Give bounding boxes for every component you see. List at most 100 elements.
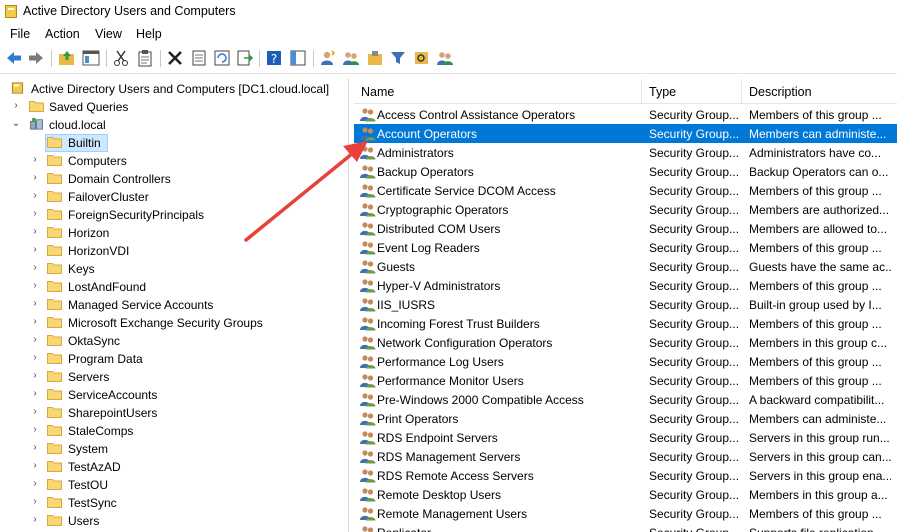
- cell-name: Access Control Assistance Operators: [377, 108, 576, 122]
- tree-item-saved-queries[interactable]: › Saved Queries: [0, 98, 348, 116]
- tree-item-lostandfound[interactable]: › LostAndFound: [0, 278, 348, 296]
- cell-description: Servers in this group ena...: [749, 469, 891, 483]
- menu-help[interactable]: Help: [136, 27, 162, 41]
- table-row[interactable]: Remote Desktop Users Security Group... Mem…: [354, 485, 897, 504]
- chevron-right-icon[interactable]: ›: [30, 478, 40, 490]
- export-list-icon[interactable]: [236, 49, 254, 67]
- tree-item-servers[interactable]: › Servers: [0, 368, 348, 386]
- tree-item-oktasync[interactable]: › OktaSync: [0, 332, 348, 350]
- folder-icon: [47, 209, 62, 220]
- table-row[interactable]: Guests Security Group... Guests have the s…: [354, 257, 897, 276]
- chevron-right-icon[interactable]: ›: [30, 424, 40, 436]
- tree-item-users[interactable]: › Users: [0, 512, 348, 530]
- chevron-right-icon[interactable]: ›: [30, 154, 40, 166]
- chevron-right-icon[interactable]: ›: [30, 514, 40, 526]
- up-folder-icon[interactable]: [58, 49, 76, 67]
- cell-name: IIS_IUSRS: [377, 298, 436, 312]
- chevron-right-icon[interactable]: ›: [30, 244, 40, 256]
- menu-action[interactable]: Action: [45, 27, 80, 41]
- table-row[interactable]: Performance Monitor Users Security Group.…: [354, 371, 897, 390]
- chevron-right-icon[interactable]: ›: [30, 334, 40, 346]
- column-header-name[interactable]: Name: [354, 79, 642, 103]
- tree-item-keys[interactable]: › Keys: [0, 260, 348, 278]
- tree-item-testazad[interactable]: › TestAzAD: [0, 458, 348, 476]
- cell-type: Security Group...: [649, 355, 740, 369]
- table-row[interactable]: IIS_IUSRS Security Group... Built-in group…: [354, 295, 897, 314]
- table-row[interactable]: RDS Remote Access Servers Security Group.…: [354, 466, 897, 485]
- chevron-right-icon[interactable]: ›: [30, 442, 40, 454]
- chevron-right-icon[interactable]: ›: [30, 460, 40, 472]
- table-row[interactable]: Certificate Service DCOM Access Security …: [354, 181, 897, 200]
- chevron-right-icon[interactable]: ›: [30, 352, 40, 364]
- table-row[interactable]: Event Log Readers Security Group... Member…: [354, 238, 897, 257]
- tree-item-microsoft-exchange-security-groups[interactable]: › Microsoft Exchange Security Groups: [0, 314, 348, 332]
- chevron-right-icon[interactable]: ›: [30, 388, 40, 400]
- table-row[interactable]: RDS Endpoint Servers Security Group... Ser…: [354, 428, 897, 447]
- table-row[interactable]: Incoming Forest Trust Builders Security G…: [354, 314, 897, 333]
- chevron-right-icon[interactable]: ›: [30, 190, 40, 202]
- tree-item-sharepointusers[interactable]: › SharepointUsers: [0, 404, 348, 422]
- clipboard-icon[interactable]: [136, 49, 154, 67]
- cell-description: Members in this group a...: [749, 488, 888, 502]
- column-header-type[interactable]: Type: [642, 79, 742, 103]
- table-row[interactable]: Access Control Assistance Operators Secur…: [354, 105, 897, 124]
- tree-item-testou[interactable]: › TestOU: [0, 476, 348, 494]
- properties-icon[interactable]: [190, 49, 208, 67]
- toolbar: ?: [0, 45, 897, 74]
- chevron-right-icon[interactable]: ›: [30, 298, 40, 310]
- tree-item-stalecomps[interactable]: › StaleComps: [0, 422, 348, 440]
- cut-icon[interactable]: [112, 49, 130, 67]
- chevron-right-icon[interactable]: ›: [30, 172, 40, 184]
- find-objects-icon[interactable]: [413, 49, 431, 67]
- new-user-icon[interactable]: [319, 49, 337, 67]
- add-to-group-icon[interactable]: [436, 49, 454, 67]
- chevron-right-icon[interactable]: ›: [30, 280, 40, 292]
- table-row[interactable]: Backup Operators Security Group... Backup …: [354, 162, 897, 181]
- tree-item-program-data[interactable]: › Program Data: [0, 350, 348, 368]
- tree-item-serviceaccounts[interactable]: › ServiceAccounts: [0, 386, 348, 404]
- menu-file[interactable]: File: [10, 27, 30, 41]
- table-row[interactable]: Distributed COM Users Security Group... Me…: [354, 219, 897, 238]
- delete-icon[interactable]: [166, 49, 184, 67]
- filter-icon[interactable]: [389, 49, 407, 67]
- cell-type: Security Group...: [649, 317, 740, 331]
- tree-item-managed-service-accounts[interactable]: › Managed Service Accounts: [0, 296, 348, 314]
- chevron-right-icon[interactable]: ›: [30, 406, 40, 418]
- tree-item-system[interactable]: › System: [0, 440, 348, 458]
- help-icon[interactable]: ?: [265, 49, 283, 67]
- refresh-icon[interactable]: [213, 49, 231, 67]
- new-group-icon[interactable]: [342, 49, 360, 67]
- table-row[interactable]: Performance Log Users Security Group... Me…: [354, 352, 897, 371]
- table-row[interactable]: Replicator Security Group... Supports file…: [354, 523, 897, 532]
- table-row[interactable]: Cryptographic Operators Security Group...…: [354, 200, 897, 219]
- table-row[interactable]: Pre-Windows 2000 Compatible Access Securi…: [354, 390, 897, 409]
- chevron-right-icon[interactable]: ›: [30, 226, 40, 238]
- new-ou-icon[interactable]: [366, 49, 384, 67]
- console-tree-icon[interactable]: [82, 49, 100, 67]
- table-row[interactable]: Administrators Security Group... Administr…: [354, 143, 897, 162]
- column-header-description[interactable]: Description: [742, 79, 897, 103]
- tree-item-domain[interactable]: ⌄ cloud.local: [0, 116, 348, 134]
- show-pane-icon[interactable]: [289, 49, 307, 67]
- table-row[interactable]: RDS Management Servers Security Group... S…: [354, 447, 897, 466]
- chevron-right-icon[interactable]: ›: [30, 262, 40, 274]
- cell-name: Remote Desktop Users: [377, 488, 502, 502]
- folder-icon: [47, 173, 62, 184]
- chevron-right-icon[interactable]: ›: [30, 316, 40, 328]
- chevron-down-icon[interactable]: ⌄: [11, 118, 21, 130]
- chevron-right-icon[interactable]: ›: [30, 208, 40, 220]
- table-row[interactable]: Remote Management Users Security Group...…: [354, 504, 897, 523]
- cell-name: RDS Endpoint Servers: [377, 431, 498, 445]
- chevron-right-icon[interactable]: ›: [30, 370, 40, 382]
- chevron-right-icon[interactable]: ›: [30, 496, 40, 508]
- table-row[interactable]: Print Operators Security Group... Members …: [354, 409, 897, 428]
- forward-arrow-icon[interactable]: [27, 49, 45, 67]
- menu-view[interactable]: View: [95, 27, 122, 41]
- table-row[interactable]: Network Configuration Operators Security …: [354, 333, 897, 352]
- tree-root[interactable]: Active Directory Users and Computers [DC…: [0, 80, 348, 98]
- tree-item-testsync[interactable]: › TestSync: [0, 494, 348, 512]
- table-row[interactable]: Hyper-V Administrators Security Group... M…: [354, 276, 897, 295]
- table-row[interactable]: Account Operators Security Group... Member…: [354, 124, 897, 143]
- back-arrow-icon[interactable]: [5, 49, 23, 67]
- chevron-right-icon[interactable]: ›: [11, 100, 21, 112]
